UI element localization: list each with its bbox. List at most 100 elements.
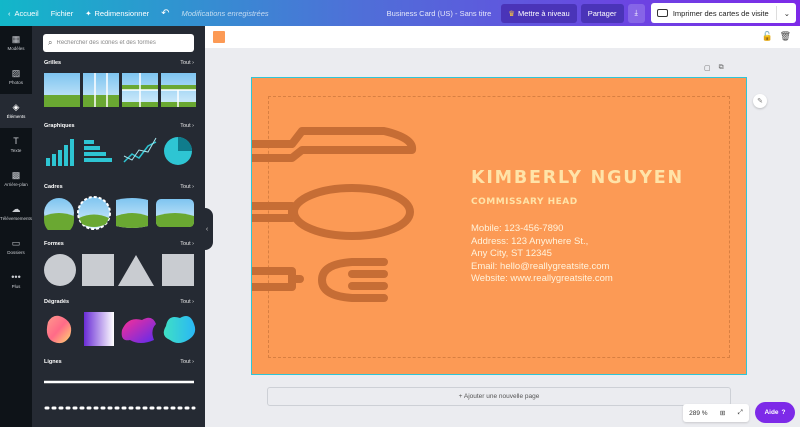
rail-text[interactable]: T Texte bbox=[0, 128, 32, 162]
section-gradients-header: Dégradés Tout › bbox=[44, 299, 194, 305]
business-card-canvas[interactable]: KIMBERLY NGUYEN COMMISSARY HEAD Mobile: … bbox=[251, 77, 747, 375]
print-icon bbox=[656, 9, 668, 17]
templates-icon: ▦ bbox=[11, 34, 21, 44]
cutlery-illustration bbox=[252, 127, 417, 302]
resize-button[interactable]: ✦ Redimensionner bbox=[79, 0, 155, 26]
card-name[interactable]: KIMBERLY NGUYEN bbox=[471, 168, 684, 188]
elements-icon: ◈ bbox=[12, 102, 20, 112]
spoon-handle bbox=[252, 202, 296, 222]
top-bar: ‹ Accueil Fichier ✦ Redimensionner ↶ Mod… bbox=[0, 0, 800, 26]
lock-icon[interactable]: 🔓 bbox=[762, 31, 773, 42]
zoom-controls: 289 % ⊞ ⤢ bbox=[683, 404, 749, 422]
gradient-blob-2[interactable] bbox=[163, 316, 196, 343]
grid-option-4[interactable] bbox=[161, 73, 196, 107]
frame-badge[interactable] bbox=[77, 196, 111, 230]
see-all-lines-link[interactable]: Tout › bbox=[180, 359, 194, 365]
see-all-charts-link[interactable]: Tout › bbox=[180, 123, 194, 129]
background-color-swatch[interactable] bbox=[213, 31, 225, 43]
square-shape[interactable] bbox=[82, 254, 114, 286]
horizontal-bar-chart-icon[interactable] bbox=[84, 140, 112, 162]
collapse-panel-button[interactable]: ‹ bbox=[201, 208, 213, 250]
rail-elements[interactable]: ◈ Éléments bbox=[0, 94, 32, 128]
divider bbox=[775, 6, 777, 20]
grid-view-icon[interactable]: ⊞ bbox=[720, 409, 725, 417]
knife-icon bbox=[252, 127, 417, 162]
background-icon: ▩ bbox=[11, 170, 21, 180]
fork-handle bbox=[252, 267, 296, 291]
zoom-level[interactable]: 289 % bbox=[689, 410, 707, 417]
see-all-frames-link[interactable]: Tout › bbox=[180, 184, 194, 190]
photos-icon: ▨ bbox=[11, 68, 21, 78]
fork-icon bbox=[318, 258, 388, 302]
card-address-line1: Address: 123 Anywhere St., bbox=[471, 235, 589, 247]
crown-icon: ♛ bbox=[508, 8, 516, 18]
gradient-thumbnails[interactable] bbox=[44, 312, 196, 346]
rail-background[interactable]: ▩ Arrière-plan bbox=[0, 162, 32, 196]
grid-option-1[interactable] bbox=[44, 73, 80, 107]
chart-thumbnails[interactable] bbox=[44, 136, 196, 168]
chevron-left-icon: ‹ bbox=[8, 8, 11, 18]
file-menu[interactable]: Fichier bbox=[45, 0, 80, 26]
document-title[interactable]: Business Card (US) - Sans titre bbox=[381, 0, 498, 26]
search-icon: ⌕ bbox=[48, 38, 53, 47]
search-input[interactable] bbox=[56, 40, 187, 46]
print-business-cards-button[interactable]: Imprimer des cartes de visite ⌄ bbox=[650, 3, 796, 23]
canvas-toolbar: 🔓 🗑 bbox=[205, 26, 800, 48]
gradient-rect[interactable] bbox=[84, 312, 114, 346]
see-all-shapes-link[interactable]: Tout › bbox=[180, 241, 194, 247]
grid-option-2[interactable] bbox=[83, 73, 119, 107]
upgrade-button[interactable]: ♛ Mettre à niveau bbox=[501, 3, 577, 23]
see-all-gradients-link[interactable]: Tout › bbox=[180, 299, 194, 305]
section-lines-header: Lignes Tout › bbox=[44, 359, 194, 365]
help-button[interactable]: Aide ? bbox=[755, 402, 795, 423]
question-icon: ? bbox=[781, 409, 786, 416]
shape-thumbnails[interactable] bbox=[44, 253, 196, 287]
triangle-shape[interactable] bbox=[118, 255, 154, 286]
rail-folders[interactable]: ▭ Dossiers bbox=[0, 230, 32, 264]
rail-uploads[interactable]: ☁ Téléversements bbox=[0, 196, 32, 230]
upload-icon: ☁ bbox=[11, 204, 21, 214]
frame-circle[interactable] bbox=[44, 198, 74, 230]
rail-templates[interactable]: ▦ Modèles bbox=[0, 26, 32, 60]
chevron-left-icon: ‹ bbox=[205, 225, 209, 233]
home-button[interactable]: ‹ Accueil bbox=[0, 0, 45, 26]
saved-status: Modifications enregistrées bbox=[181, 8, 269, 18]
rounded-square-shape[interactable] bbox=[162, 254, 194, 286]
trash-icon[interactable]: 🗑 bbox=[780, 31, 791, 42]
bar-chart-icon[interactable] bbox=[46, 139, 74, 166]
elements-panel: ⌕ Grilles Tout › Graphiques Tout › bbox=[32, 26, 205, 427]
frame-wave[interactable] bbox=[116, 198, 148, 228]
folder-icon: ▭ bbox=[11, 238, 21, 248]
pie-chart-icon[interactable] bbox=[164, 137, 192, 165]
line-chart-icon[interactable] bbox=[123, 137, 157, 163]
card-contact-block[interactable]: Mobile: 123-456-7890 Address: 123 Anywhe… bbox=[471, 223, 613, 286]
chevron-down-icon: ⌄ bbox=[783, 8, 790, 18]
line-thumbnails[interactable] bbox=[44, 378, 196, 414]
share-button[interactable]: Partager bbox=[580, 3, 624, 23]
grid-thumbnails[interactable] bbox=[44, 73, 196, 107]
note-icon[interactable]: ▢ bbox=[704, 64, 711, 72]
download-icon: ⤓ bbox=[634, 8, 638, 17]
rail-photos[interactable]: ▨ Photos bbox=[0, 60, 32, 94]
gradient-blob-1[interactable] bbox=[46, 315, 72, 344]
duplicate-page-icon[interactable]: ⧉ bbox=[719, 64, 724, 72]
circle-shape[interactable] bbox=[44, 254, 76, 286]
card-mobile: Mobile: 123-456-7890 bbox=[471, 223, 564, 234]
undo-button[interactable]: ↶ bbox=[155, 0, 175, 26]
grid-option-3[interactable] bbox=[122, 73, 158, 107]
download-button[interactable]: ⤓ bbox=[627, 3, 645, 23]
see-all-grids-link[interactable]: Tout › bbox=[180, 60, 194, 66]
section-frames-header: Cadres Tout › bbox=[44, 184, 194, 190]
gradient-splash[interactable] bbox=[121, 317, 156, 343]
search-box[interactable]: ⌕ bbox=[43, 34, 194, 52]
card-role[interactable]: COMMISSARY HEAD bbox=[471, 197, 578, 207]
more-icon: ••• bbox=[11, 272, 21, 282]
page-actions: ▢ ⧉ bbox=[704, 64, 724, 72]
add-comment-button[interactable]: ✎ bbox=[753, 94, 767, 108]
rail-more[interactable]: ••• Plus bbox=[0, 264, 32, 298]
fullscreen-icon[interactable]: ⤢ bbox=[738, 409, 743, 417]
side-rail: ▦ Modèles ▨ Photos ◈ Éléments T Texte ▩ … bbox=[0, 26, 32, 427]
frame-thumbnails[interactable] bbox=[44, 196, 196, 230]
add-page-button[interactable]: + Ajouter une nouvelle page bbox=[267, 387, 731, 406]
frame-rounded[interactable] bbox=[156, 199, 194, 227]
